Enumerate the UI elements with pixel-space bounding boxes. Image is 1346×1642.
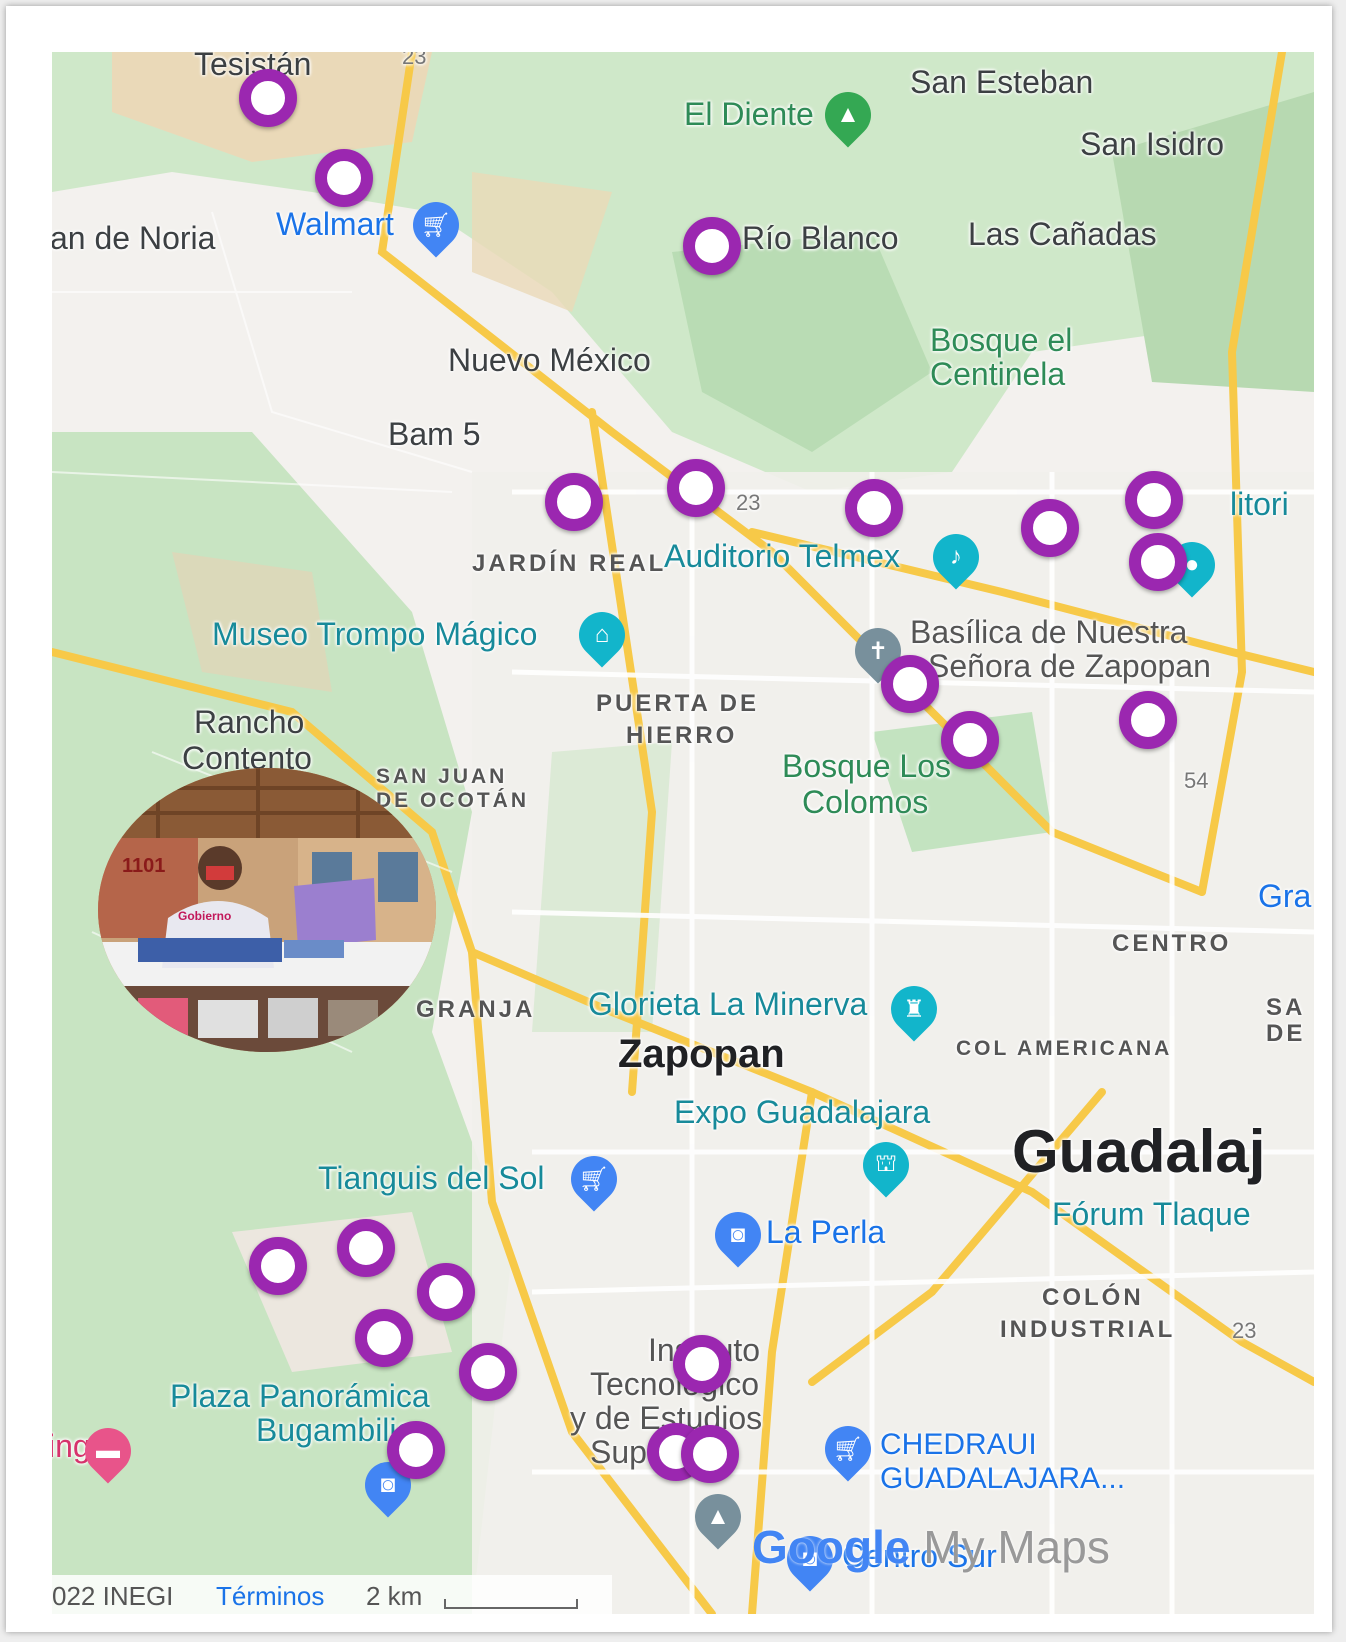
place-label: litori [1230,486,1289,522]
hotel-icon[interactable]: ▬ [75,1418,141,1484]
map-marker[interactable] [545,473,603,531]
place-label: Nuevo México [448,342,651,378]
area-label: SA [1266,994,1306,1021]
map-frame: 23 23 54 23 Tesistán San Esteban El Dien… [6,6,1332,1632]
area-label: INDUSTRIAL [1000,1316,1176,1343]
copyright-text: 022 INEGI [52,1581,174,1611]
map-marker[interactable] [673,1335,731,1393]
map-marker[interactable] [337,1219,395,1277]
area-label: CENTRO [1112,930,1232,957]
area-label: COL AMERICANA [956,1037,1173,1060]
place-label: Bam 5 [388,416,481,452]
photo-sign-number: 1101 [122,855,165,877]
place-label: Río Blanco [742,220,899,256]
photo-image: 1101 Gobierno [98,768,436,1052]
map-marker[interactable] [667,459,725,517]
place-label: Las Cañadas [968,216,1157,252]
landmark-icon[interactable]: ♜ [881,976,947,1042]
place-label: an de Noria [52,220,216,256]
shopping-cart-icon[interactable]: 🛒︎ [815,1416,881,1482]
place-label: Walmart [276,206,394,242]
place-label: Fórum Tlaque [1052,1196,1251,1232]
area-label: COLÓN [1042,1284,1144,1311]
shopping-cart-icon[interactable]: 🛒︎ [403,192,469,258]
area-label: DE OCOTÁN [376,789,529,812]
photo-shirt-text: Gobierno [178,909,231,923]
area-label: SAN JUAN [376,765,508,788]
map-marker[interactable] [1119,691,1177,749]
map-marker[interactable] [881,655,939,713]
map-marker[interactable] [1021,499,1079,557]
map-marker[interactable] [681,1425,739,1483]
map-marker[interactable] [249,1237,307,1295]
museum-icon[interactable]: ⌂ [569,602,635,668]
place-label: GUADALAJARA... [880,1462,1126,1495]
place-label: Centinela [930,356,1066,392]
area-label: GRANJA [416,996,536,1023]
place-label: Bosque el [930,322,1073,358]
place-label: Bosque Los [782,748,952,784]
map-marker[interactable] [1129,533,1187,591]
marker-photo[interactable]: 1101 Gobierno [98,768,436,1052]
road-shield: 23 [736,490,761,515]
area-label: DE [1266,1020,1306,1047]
place-label: Auditorio Telmex [664,538,900,574]
map-marker[interactable] [239,69,297,127]
map-canvas[interactable]: 23 23 54 23 Tesistán San Esteban El Dien… [52,52,1314,1614]
place-label: Expo Guadalajara [674,1094,931,1130]
road-shield: 23 [1232,1318,1257,1343]
map-marker[interactable] [941,711,999,769]
place-label: Gra [1258,878,1312,914]
area-label: HIERRO [626,722,738,749]
road-shield: 23 [402,52,427,69]
place-label: Plaza Panorámica [170,1378,430,1414]
place-label: Museo Trompo Mágico [212,616,538,652]
mymaps-wordmark: My Maps [910,1521,1110,1573]
park-pin-icon[interactable]: ▲ [815,82,881,148]
place-label: Colomos [802,784,929,820]
map-marker[interactable] [683,217,741,275]
map-marker[interactable] [1125,471,1183,529]
place-label: San Esteban [910,64,1094,100]
google-my-maps-logo: Google My Maps [752,1520,1110,1574]
google-wordmark: Google [752,1521,911,1573]
place-label: Basílica de Nuestra [910,614,1188,650]
map-marker[interactable] [387,1421,445,1479]
map-marker[interactable] [845,479,903,537]
place-label: El Diente [684,96,814,132]
city-label: Guadalaj [1012,1118,1266,1185]
place-label: Señora de Zapopan [928,648,1211,684]
shopping-bag-icon[interactable]: ◙ [705,1202,771,1268]
area-label: JARDÍN REAL [472,550,667,577]
exhibition-icon[interactable]: ⛫ [853,1132,919,1198]
scale-bar [444,1599,578,1609]
road-shield: 54 [1184,768,1209,793]
school-icon[interactable]: ▲ [685,1484,751,1550]
map-attribution-bar: 022 INEGI Términos 2 km [52,1575,612,1614]
city-label: Zapopan [618,1032,785,1076]
map-marker[interactable] [417,1263,475,1321]
terms-link[interactable]: Términos [216,1581,324,1612]
place-label: La Perla [766,1214,886,1250]
place-label: Glorieta La Minerva [588,986,868,1022]
music-venue-icon[interactable]: ♪ [923,524,989,590]
place-label: Tianguis del Sol [318,1160,545,1196]
area-label: PUERTA DE [596,690,760,717]
place-label: Rancho [194,704,305,740]
scale-label: 2 km [366,1581,423,1611]
place-label: San Isidro [1080,126,1225,162]
map-marker[interactable] [355,1309,413,1367]
map-marker[interactable] [459,1343,517,1401]
place-label: CHEDRAUI [880,1428,1037,1461]
shopping-cart-icon[interactable]: 🛒︎ [561,1146,627,1212]
map-marker[interactable] [315,149,373,207]
